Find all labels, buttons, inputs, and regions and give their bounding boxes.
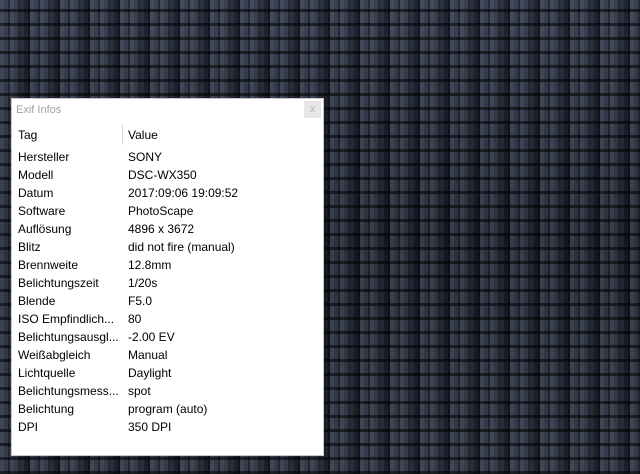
close-icon: x [310, 104, 315, 115]
table-row[interactable]: Software PhotoScape [12, 202, 323, 220]
value-cell: spot [128, 384, 151, 398]
value-cell: F5.0 [128, 294, 153, 308]
table-row[interactable]: Hersteller SONY [12, 148, 323, 166]
table-row[interactable]: Belichtungszeit 1/20s [12, 274, 323, 292]
table-row[interactable]: Blitz did not fire (manual) [12, 238, 323, 256]
table-header: Tag Value [12, 123, 323, 147]
tag-cell: Blende [18, 294, 56, 308]
tag-cell: Blitz [18, 240, 41, 254]
tag-cell: Datum [18, 186, 54, 200]
table-row[interactable]: ISO Empfindlich... 80 [12, 310, 323, 328]
column-header-value[interactable]: Value [128, 128, 158, 142]
value-cell: 12.8mm [128, 258, 172, 272]
value-cell: 80 [128, 312, 142, 326]
tag-cell: Brennweite [18, 258, 79, 272]
tag-cell: Lichtquelle [18, 366, 76, 380]
table-row[interactable]: Auflösung 4896 x 3672 [12, 220, 323, 238]
window-title: Exif Infos [16, 104, 62, 116]
value-cell: Manual [128, 348, 168, 362]
exif-table-body: Hersteller SONY Modell DSC-WX350 Datum 2017:0… [12, 148, 323, 436]
table-row[interactable]: Modell DSC-WX350 [12, 166, 323, 184]
title-bar[interactable]: Exif Infos x [12, 99, 323, 121]
table-row[interactable]: DPI 350 DPI [12, 418, 323, 436]
tag-cell: Belichtungsmess... [18, 384, 119, 398]
tag-cell: ISO Empfindlich... [18, 312, 115, 326]
value-cell: SONY [128, 150, 163, 164]
tag-cell: DPI [18, 420, 39, 434]
table-row[interactable]: Belichtung program (auto) [12, 400, 323, 418]
table-row[interactable]: Blende F5.0 [12, 292, 323, 310]
value-cell: Daylight [128, 366, 172, 380]
exif-info-window: Exif Infos x Tag Value Hersteller SONY Mod… [11, 98, 324, 456]
table-row[interactable]: Belichtungsmess... spot [12, 382, 323, 400]
value-cell: 2017:09:06 19:09:52 [128, 186, 239, 200]
table-row[interactable]: Belichtungsausgl... -2.00 EV [12, 328, 323, 346]
tag-cell: Belichtung [18, 402, 75, 416]
value-cell: PhotoScape [128, 204, 194, 218]
table-row[interactable]: Brennweite 12.8mm [12, 256, 323, 274]
tag-cell: Belichtungsausgl... [18, 330, 119, 344]
column-header-tag[interactable]: Tag [18, 128, 37, 142]
tag-cell: Weißabgleich [18, 348, 91, 362]
close-button[interactable]: x [304, 101, 321, 118]
tag-cell: Modell [18, 168, 54, 182]
value-cell: did not fire (manual) [128, 240, 235, 254]
value-cell: -2.00 EV [128, 330, 175, 344]
value-cell: 350 DPI [128, 420, 172, 434]
tag-cell: Belichtungszeit [18, 276, 99, 290]
tag-cell: Auflösung [18, 222, 72, 236]
value-cell: 4896 x 3672 [128, 222, 195, 236]
tag-cell: Hersteller [18, 150, 70, 164]
table-row[interactable]: Weißabgleich Manual [12, 346, 323, 364]
value-cell: DSC-WX350 [128, 168, 197, 182]
value-cell: program (auto) [128, 402, 208, 416]
table-row[interactable]: Lichtquelle Daylight [12, 364, 323, 382]
tag-cell: Software [18, 204, 66, 218]
value-cell: 1/20s [128, 276, 158, 290]
column-divider[interactable] [122, 125, 123, 145]
table-row[interactable]: Datum 2017:09:06 19:09:52 [12, 184, 323, 202]
